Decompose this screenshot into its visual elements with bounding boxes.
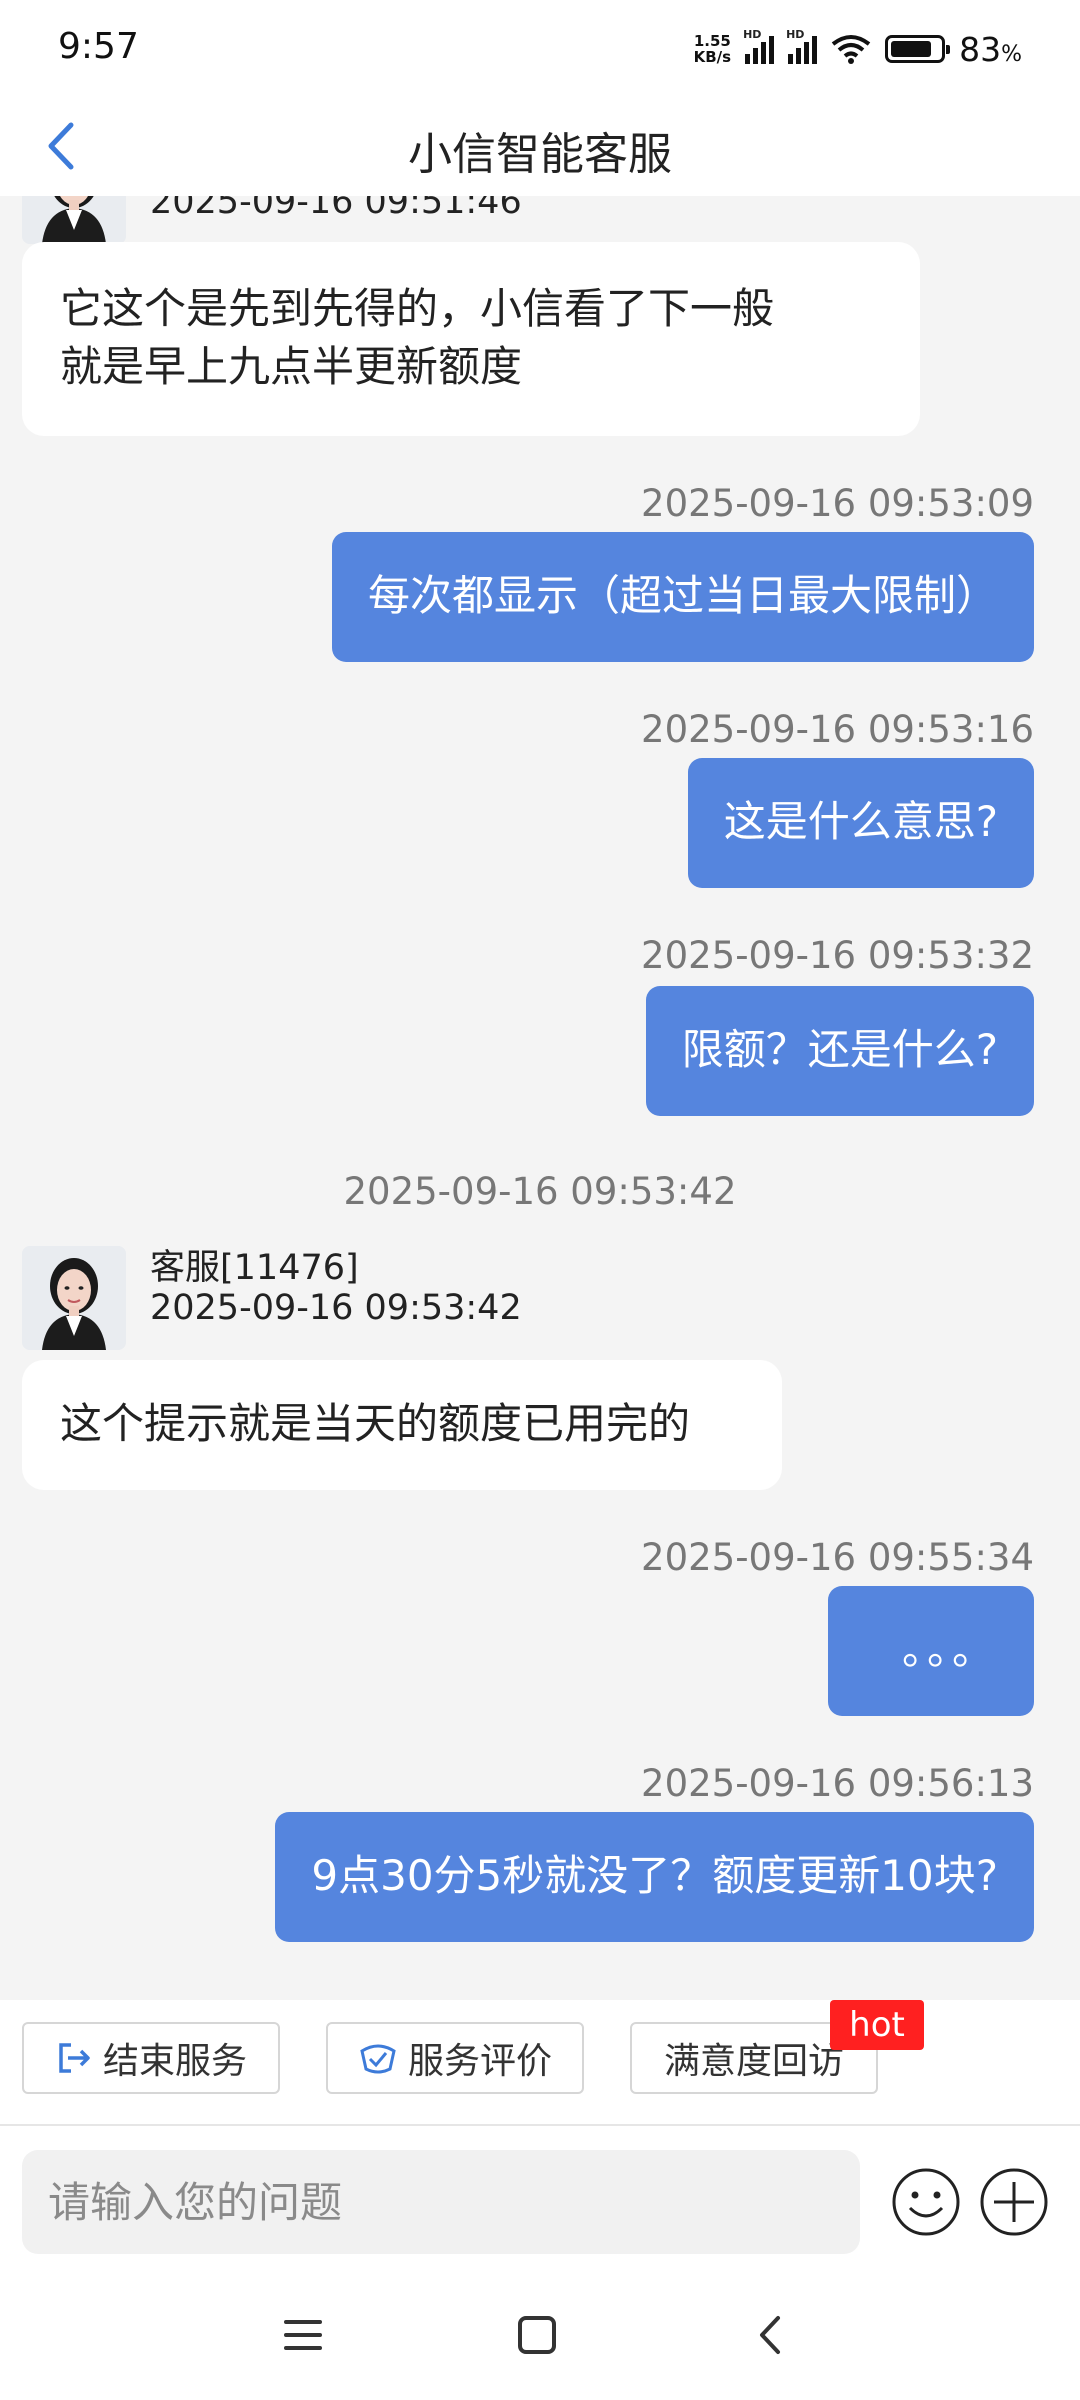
agent-time: 2025-09-16 09:53:42 xyxy=(150,1288,522,1328)
home-icon[interactable] xyxy=(512,2310,562,2360)
page-title: 小信智能客服 xyxy=(408,129,672,180)
exit-icon xyxy=(59,2043,90,2073)
message-input[interactable] xyxy=(22,2150,860,2254)
rating-icon xyxy=(360,2044,396,2074)
user-message-bubble[interactable]: 9点30分5秒就没了？额度更新10块? xyxy=(275,1812,1034,1942)
agent-time: 2025-09-16 09:51:46 xyxy=(150,196,522,222)
hd-label-2: HD xyxy=(786,28,805,41)
wifi-icon xyxy=(831,35,871,64)
user-message-bubble[interactable]: 限额？还是什么? xyxy=(645,986,1034,1116)
message-time: 2025-09-16 09:56:13 xyxy=(641,1762,1034,1805)
back-nav-icon[interactable] xyxy=(746,2310,796,2360)
agent-header: 客服[11476] 2025-09-16 09:53:42 xyxy=(22,1246,522,1350)
hd-label: HD xyxy=(743,28,762,41)
input-bar xyxy=(0,2126,1080,2270)
user-message-bubble[interactable]: 每次都显示（超过当日最大限制） xyxy=(331,532,1034,662)
agent-message-bubble[interactable]: 它这个是先到先得的，小信看了下一般 就是早上九点半更新额度 xyxy=(22,242,920,436)
chat-area[interactable]: 2025-09-16 09:51:46 它这个是先到先得的，小信看了下一般 就是… xyxy=(0,196,1080,1976)
user-message-bubble[interactable]: 。。。 xyxy=(828,1586,1034,1716)
network-speed-unit: KB/s xyxy=(693,48,732,66)
hot-badge: hot xyxy=(830,2000,924,2050)
quick-actions-bar: 结束服务 服务评价 满意度回访 hot xyxy=(0,2000,1080,2124)
status-bar: 9:57 1.55 KB/s HD HD 83% xyxy=(0,0,1080,96)
agent-meta: 客服[11476] 2025-09-16 09:53:42 xyxy=(150,1246,522,1350)
avatar[interactable] xyxy=(22,1246,126,1350)
end-service-button[interactable]: 结束服务 xyxy=(22,2022,280,2094)
agent-meta: 2025-09-16 09:51:46 xyxy=(150,196,522,244)
user-message-bubble[interactable]: 这是什么意思? xyxy=(687,758,1034,888)
signal-icon-2: HD xyxy=(786,28,818,64)
battery-fill xyxy=(891,41,931,57)
message-time: 2025-09-16 09:53:32 xyxy=(641,934,1034,977)
agent-name: 客服[11476] xyxy=(150,1248,359,1288)
message-text-line: 它这个是先到先得的，小信看了下一般 xyxy=(60,284,775,333)
menu-icon[interactable] xyxy=(278,2310,328,2360)
avatar xyxy=(22,196,126,244)
satisfaction-survey-label: 满意度回访 xyxy=(663,2041,844,2082)
end-service-label: 结束服务 xyxy=(102,2041,247,2082)
battery-percent: 83% xyxy=(959,29,1022,69)
center-timestamp: 2025-09-16 09:53:42 xyxy=(343,1170,737,1213)
agent-header-partial: 2025-09-16 09:51:46 xyxy=(22,196,522,244)
nav-bar: 小信智能客服 xyxy=(0,96,1080,196)
status-icons: 1.55 KB/s HD HD 83% xyxy=(694,24,1022,74)
message-text-line: 就是早上九点半更新额度 xyxy=(60,342,523,391)
status-time: 9:57 xyxy=(58,26,139,67)
network-speed: 1.55 KB/s xyxy=(694,33,731,65)
battery-icon xyxy=(885,35,951,63)
add-attachment-icon[interactable] xyxy=(978,2166,1050,2238)
network-speed-value: 1.55 xyxy=(693,32,731,50)
rate-service-label: 服务评价 xyxy=(407,2041,552,2082)
message-time: 2025-09-16 09:53:16 xyxy=(641,708,1034,751)
message-time: 2025-09-16 09:55:34 xyxy=(641,1536,1034,1579)
rate-service-button[interactable]: 服务评价 xyxy=(326,2022,584,2094)
system-nav-bar xyxy=(0,2270,1080,2400)
signal-icon: HD xyxy=(743,28,775,64)
message-time: 2025-09-16 09:53:09 xyxy=(641,482,1034,525)
emoji-icon[interactable] xyxy=(890,2166,962,2238)
agent-message-bubble[interactable]: 这个提示就是当天的额度已用完的 xyxy=(22,1360,782,1490)
